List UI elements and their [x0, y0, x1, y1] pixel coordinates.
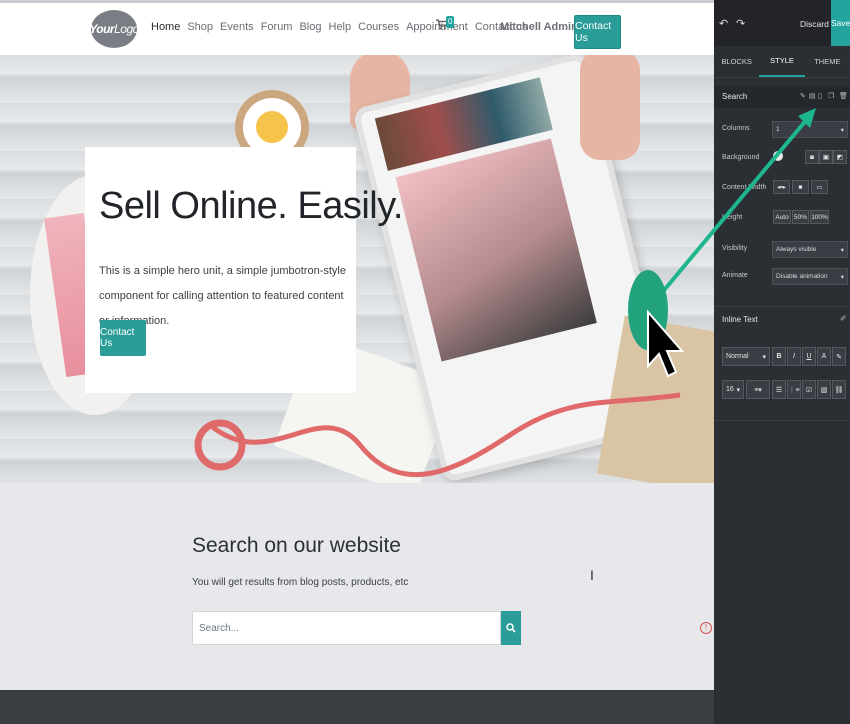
editor-tabs: BLOCKS STYLE THEME — [714, 46, 850, 78]
hero-contact-button[interactable]: Contact Us — [100, 320, 146, 356]
cart-count-badge: 0 — [446, 16, 455, 28]
text-style-value: Normal — [726, 353, 749, 360]
search-button[interactable] — [501, 611, 521, 645]
logo-text-bold: Your — [89, 22, 115, 36]
nav-item-courses[interactable]: Courses — [358, 21, 399, 33]
background-color-swatch[interactable] — [773, 151, 783, 161]
media-icon[interactable]: ▧ — [817, 380, 831, 399]
bullet-list-icon[interactable]: ☰ — [772, 380, 786, 399]
nav-item-forum[interactable]: Forum — [261, 21, 293, 33]
animate-label: Animate — [722, 272, 748, 279]
numbered-list-icon[interactable]: ⋮≡ — [787, 380, 801, 399]
link-icon[interactable]: ⛓ — [832, 380, 846, 399]
snippet-header: Search ✎ ▤ ▯ ❐ 🗑 — [714, 86, 850, 108]
font-color-button[interactable]: A — [817, 347, 831, 366]
font-size-select[interactable]: 16 ▾ — [722, 380, 744, 399]
visibility-label: Visibility — [722, 245, 748, 252]
height-auto-button[interactable]: Auto — [773, 210, 791, 224]
section-divider — [714, 306, 850, 307]
undo-icon[interactable]: ↶ — [719, 17, 728, 30]
bold-button[interactable]: B — [772, 347, 786, 366]
chevron-down-icon: ▾ — [840, 273, 844, 281]
height-100-button[interactable]: 100% — [810, 210, 829, 224]
italic-button[interactable]: I — [787, 347, 801, 366]
move-icon[interactable]: ▤ — [809, 92, 816, 100]
save-button[interactable]: Save — [831, 0, 850, 46]
animate-value: Disable animation — [776, 273, 828, 280]
text-style-select[interactable]: Normal ▾ — [722, 347, 770, 366]
redo-icon[interactable]: ↷ — [736, 17, 745, 30]
hero-bg-ribbon — [194, 392, 681, 478]
search-icon — [506, 623, 516, 633]
search-section-subtitle: You will get results from blog posts, pr… — [192, 577, 409, 588]
chevron-down-icon: ▾ — [840, 246, 844, 254]
search-section-title: Search on our website — [192, 534, 401, 557]
logo-text-thin: Logo — [114, 22, 139, 36]
mobile-icon[interactable]: ▯ — [818, 92, 822, 100]
underline-button[interactable]: U — [802, 347, 816, 366]
width-boxed-icon[interactable]: ■ — [792, 180, 809, 194]
tab-blocks[interactable]: BLOCKS — [714, 46, 759, 77]
site-logo[interactable]: Your Logo — [89, 10, 139, 48]
visibility-select[interactable]: Always visible ▾ — [772, 241, 848, 258]
text-cursor-icon: I — [590, 567, 594, 583]
align-icon[interactable]: ≡▾ — [746, 380, 770, 399]
visibility-value: Always visible — [776, 246, 817, 253]
nav-menu: Home Shop Events Forum Blog Help Courses… — [151, 21, 527, 33]
columns-label: Columns — [722, 125, 750, 132]
nav-item-blog[interactable]: Blog — [299, 21, 321, 33]
hero-section: Sell Online. Easily. This is a simple he… — [0, 55, 714, 483]
eraser-icon[interactable]: ✐ — [840, 314, 847, 323]
nav-item-home[interactable]: Home — [151, 21, 180, 33]
tab-theme[interactable]: THEME — [805, 46, 850, 77]
tab-style[interactable]: STYLE — [759, 46, 805, 77]
trash-icon[interactable]: 🗑 — [839, 92, 848, 100]
chevron-down-icon: ▾ — [762, 353, 766, 361]
nav-item-events[interactable]: Events — [220, 21, 254, 33]
background-shape-icon[interactable]: ▣ — [819, 150, 833, 164]
error-info-icon[interactable]: ! — [700, 622, 712, 634]
hero-card: Sell Online. Easily. This is a simple he… — [85, 147, 403, 393]
font-size-value: 16 — [726, 386, 734, 393]
width-full-icon[interactable]: ◂▪▸ — [773, 180, 790, 194]
user-name: Mitchell Admin — [500, 21, 578, 33]
footer — [0, 690, 714, 724]
pencil-icon[interactable]: ✎ — [800, 92, 806, 100]
content-width-label: Content Width — [722, 184, 767, 191]
editor-divider — [714, 420, 850, 421]
background-image-icon[interactable]: ◙ — [805, 150, 819, 164]
height-label: Height — [722, 214, 743, 221]
website-preview: Your Logo Home Shop Events Forum Blog Hel… — [0, 0, 714, 724]
screen: Your Logo Home Shop Events Forum Blog Hel… — [0, 0, 850, 724]
clone-icon[interactable]: ❐ — [828, 92, 834, 100]
background-label: Background — [722, 154, 760, 161]
hero-bg-hand-right — [580, 55, 640, 160]
columns-value: 1 — [776, 126, 780, 133]
nav-item-help[interactable]: Help — [329, 21, 352, 33]
width-small-icon[interactable]: ▭ — [811, 180, 828, 194]
hero-title: Sell Online. Easily. — [99, 185, 403, 227]
checklist-icon[interactable]: ☑ — [802, 380, 816, 399]
height-50-button[interactable]: 50% — [792, 210, 809, 224]
background-filter-icon[interactable]: ◩ — [833, 150, 847, 164]
navbar: Your Logo Home Shop Events Forum Blog Hel… — [0, 0, 714, 55]
animate-select[interactable]: Disable animation ▾ — [772, 268, 848, 285]
editor-topbar: ↶ ↷ Discard Save — [714, 0, 850, 46]
nav-contact-button[interactable]: Contact Us — [574, 15, 621, 49]
columns-select[interactable]: 1 ▾ — [772, 121, 848, 138]
snippet-name: Search — [722, 92, 748, 101]
tablet-screen — [395, 138, 597, 362]
chevron-down-icon: ▾ — [840, 126, 844, 134]
nav-item-shop[interactable]: Shop — [187, 21, 213, 33]
chevron-down-icon: ▾ — [736, 386, 740, 394]
highlight-icon[interactable]: ✎ — [832, 347, 846, 366]
search-input[interactable] — [192, 611, 501, 645]
discard-button[interactable]: Discard — [800, 19, 829, 29]
inline-text-label: Inline Text — [722, 315, 758, 324]
